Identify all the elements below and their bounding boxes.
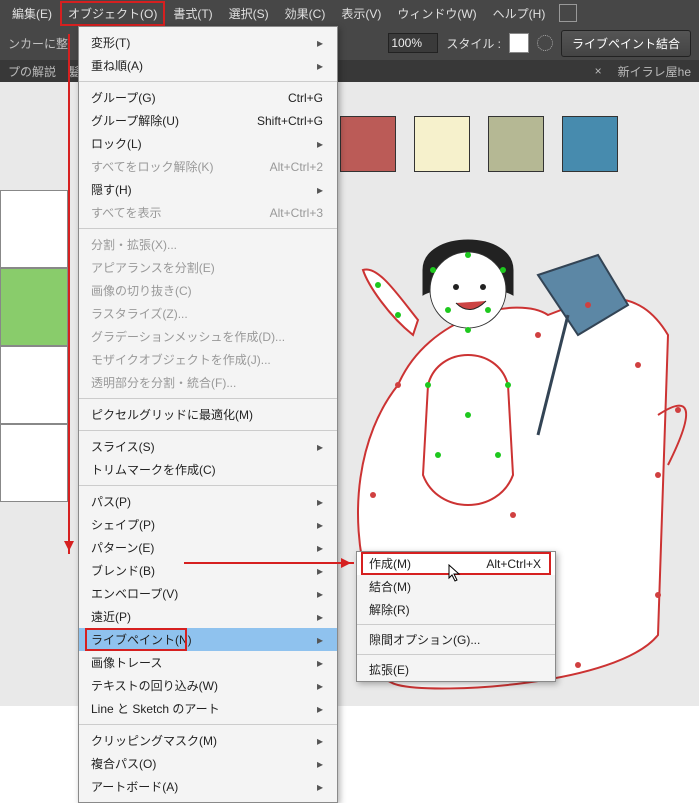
menu-item-k[interactable]: すべてをロック解除(K)Alt+Ctrl+2 [79,155,337,178]
menu-item-o[interactable]: 複合パス(O)▸ [79,752,337,775]
left-block-1 [0,190,68,268]
left-block-4 [0,424,68,502]
menu-item-c[interactable]: 画像の切り抜き(C) [79,279,337,302]
menu-item-f[interactable]: 透明部分を分割・統合(F)... [79,371,337,394]
submenu-item-r[interactable]: 解除(R) [357,598,555,621]
annotation-arrow-down [68,34,70,554]
menu-item-p[interactable]: 遠近(P)▸ [79,605,337,628]
menu-select[interactable]: 選択(S) [221,1,277,26]
menu-item-[interactable]: 画像トレース▸ [79,651,337,674]
menu-item-t[interactable]: 変形(T)▸ [79,31,337,54]
menu-help[interactable]: ヘルプ(H) [485,1,554,26]
menu-item-m[interactable]: クリッピングマスク(M)▸ [79,729,337,752]
menu-item-linesketch[interactable]: Line と Sketch のアート▸ [79,697,337,720]
object-menu-dropdown: 変形(T)▸重ね順(A)▸ グループ(G)Ctrl+Gグループ解除(U)Shif… [78,26,338,803]
menu-item-e[interactable]: パターン(E)▸ [79,536,337,559]
menu-item-d[interactable]: グラデーションメッシュを作成(D)... [79,325,337,348]
menu-item-g[interactable]: グループ(G)Ctrl+G [79,86,337,109]
menu-item-a[interactable]: アートボード(A)▸ [79,775,337,798]
menu-item-[interactable]: すべてを表示Alt+Ctrl+3 [79,201,337,224]
menu-item-e[interactable]: アピアランスを分割(E) [79,256,337,279]
swatch-3[interactable] [488,116,544,172]
left-block-2 [0,268,68,346]
menu-item-h[interactable]: 隠す(H)▸ [79,178,337,201]
submenu-item-e[interactable]: 拡張(E) [357,658,555,681]
swatch-row [340,116,618,172]
menu-item-w[interactable]: テキストの回り込み(W)▸ [79,674,337,697]
menu-item-s[interactable]: スライス(S)▸ [79,435,337,458]
menu-effect[interactable]: 効果(C) [277,1,334,26]
menu-view[interactable]: 表示(V) [333,1,389,26]
style-label: スタイル : [446,35,501,52]
menu-item-v[interactable]: エンベロープ(V)▸ [79,582,337,605]
cursor-icon [448,564,462,582]
tab-2[interactable]: 新イラレ屋he [618,63,691,80]
left-block-3 [0,346,68,424]
left-palette [0,190,70,502]
live-paint-merge-button[interactable]: ライブペイント結合 [561,30,691,57]
menu-item-z[interactable]: ラスタライズ(Z)... [79,302,337,325]
menu-item-u[interactable]: グループ解除(U)Shift+Ctrl+G [79,109,337,132]
menu-item-n[interactable]: ライブペイント(N)▸ [79,628,337,651]
menu-edit[interactable]: 編集(E) [4,1,60,26]
menu-window[interactable]: ウィンドウ(W) [389,1,484,26]
swatch-1[interactable] [340,116,396,172]
menu-item-l[interactable]: ロック(L)▸ [79,132,337,155]
menu-item-c[interactable]: トリムマークを作成(C) [79,458,337,481]
menu-item-m[interactable]: ピクセルグリッドに最適化(M) [79,403,337,426]
layout-icon[interactable] [559,4,577,22]
anchor-text: ンカーに整 [8,35,68,52]
menu-item-a[interactable]: 重ね順(A)▸ [79,54,337,77]
menu-item-p[interactable]: シェイプ(P)▸ [79,513,337,536]
zoom-field[interactable] [388,33,438,53]
submenu-item-g[interactable]: 隙間オプション(G)... [357,628,555,651]
menu-type[interactable]: 書式(T) [165,1,220,26]
style-swatch[interactable] [509,33,529,53]
menu-bar: 編集(E) オブジェクト(O) 書式(T) 選択(S) 効果(C) 表示(V) … [0,0,699,26]
globe-icon[interactable] [537,35,553,51]
annotation-arrow-right [184,562,354,564]
menu-item-p[interactable]: パス(P)▸ [79,490,337,513]
menu-object[interactable]: オブジェクト(O) [60,1,165,26]
menu-item-j[interactable]: モザイクオブジェクトを作成(J)... [79,348,337,371]
swatch-2[interactable] [414,116,470,172]
menu-item-x[interactable]: 分割・拡張(X)... [79,233,337,256]
close-icon[interactable]: × [595,64,602,78]
swatch-4[interactable] [562,116,618,172]
